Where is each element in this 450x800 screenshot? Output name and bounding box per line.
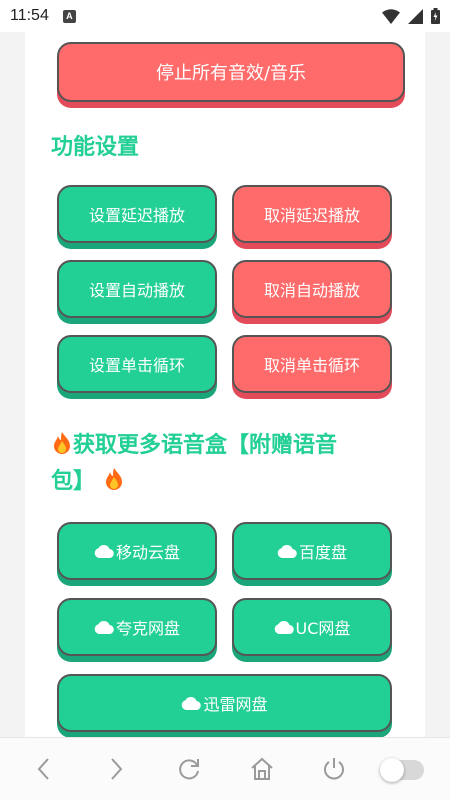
mobile-cloud-link[interactable]: 移动云盘 [57,522,217,580]
main-content: 停止所有音效/音乐 功能设置 设置延迟播放 取消延迟播放 设置自动播放 取消自动… [25,32,425,737]
cloud-icon [94,620,114,634]
cloud-icon [182,696,202,710]
cancel-delay-play-label: 取消延迟播放 [263,206,360,225]
more-title-line1: 获取更多语音盒【附赠语音 [73,433,338,458]
mobile-cloud-label: 移动云盘 [115,543,180,562]
notification-icon: A [62,9,76,23]
browser-nav-bar [0,737,450,800]
baidu-pan-label: 百度盘 [298,543,347,562]
status-bar: 11:54 A [0,0,450,32]
set-click-loop-button[interactable]: 设置单击循环 [57,335,217,393]
stop-all-sound-button[interactable]: 停止所有音效/音乐 [57,42,405,102]
xunlei-pan-label: 迅雷网盘 [203,695,268,714]
forward-icon[interactable] [106,756,126,782]
cloud-icon [274,620,294,634]
uc-pan-label: UC网盘 [295,619,351,638]
cancel-click-loop-button[interactable]: 取消单击循环 [232,335,392,393]
settings-title: 功能设置 [51,135,140,160]
signal-icon [408,8,423,24]
cancel-click-loop-label: 取消单击循环 [263,356,360,375]
quark-pan-label: 夸克网盘 [115,619,180,638]
set-delay-play-button[interactable]: 设置延迟播放 [57,185,217,243]
more-title-line2: 包】 [51,469,96,494]
stop-all-sound-label: 停止所有音效/音乐 [155,63,307,84]
wifi-icon [382,8,400,24]
power-icon[interactable] [321,756,347,782]
refresh-icon[interactable] [176,756,202,782]
more-voicebox-title: 获取更多语音盒【附赠语音 包】 [51,428,401,500]
uc-pan-link[interactable]: UC网盘 [232,598,392,656]
toggle-switch[interactable] [380,758,424,782]
set-delay-play-label: 设置延迟播放 [88,206,185,225]
fire-icon [54,432,70,454]
cloud-icon [277,544,297,558]
cancel-auto-play-label: 取消自动播放 [263,281,360,300]
status-icons [382,8,440,24]
back-icon[interactable] [34,756,54,782]
xunlei-pan-link[interactable]: 迅雷网盘 [57,674,392,732]
quark-pan-link[interactable]: 夸克网盘 [57,598,217,656]
cancel-delay-play-button[interactable]: 取消延迟播放 [232,185,392,243]
home-icon[interactable] [249,756,275,782]
cloud-icon [94,544,114,558]
fire-icon [105,468,122,490]
set-auto-play-label: 设置自动播放 [88,281,185,300]
status-time: 11:54 [10,7,49,24]
battery-icon [431,8,440,24]
toggle-knob [380,758,404,782]
set-auto-play-button[interactable]: 设置自动播放 [57,260,217,318]
cancel-auto-play-button[interactable]: 取消自动播放 [232,260,392,318]
baidu-pan-link[interactable]: 百度盘 [232,522,392,580]
set-click-loop-label: 设置单击循环 [88,356,185,375]
